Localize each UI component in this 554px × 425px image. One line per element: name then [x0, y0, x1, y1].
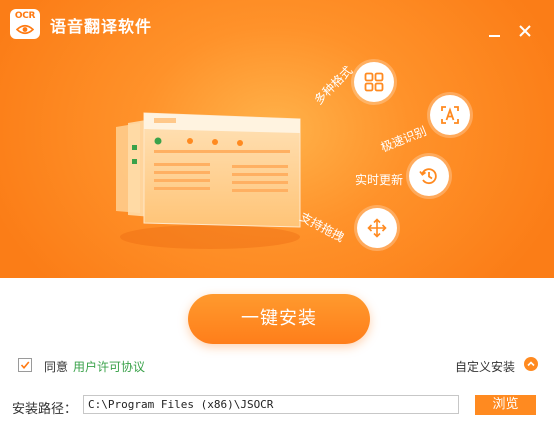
feature-speed [430, 95, 470, 135]
grid-icon [364, 72, 384, 92]
agree-label: 同意 [44, 360, 69, 374]
custom-install-toggle[interactable] [524, 357, 538, 371]
move-arrows-icon [367, 218, 387, 238]
checkmark-icon [20, 361, 30, 370]
install-path-label: 安装路径： [12, 402, 78, 417]
minimize-button[interactable] [485, 22, 503, 40]
custom-install-link[interactable]: 自定义安装 [455, 358, 515, 375]
one-click-install-button[interactable]: 一键安装 [188, 294, 370, 344]
feature-update [409, 156, 449, 196]
header-banner: OCR 语音翻译软件 多种格式 极速识别 实时更新 支持拖拽 [0, 0, 554, 278]
app-title: 语音翻译软件 [50, 17, 153, 36]
clock-refresh-icon [419, 168, 437, 185]
chevron-up-icon [527, 361, 535, 367]
feature-drag [357, 208, 397, 248]
minimize-icon [489, 35, 500, 37]
feature-label-formats: 多种格式 [311, 63, 356, 108]
browse-button[interactable]: 浏览 [475, 395, 536, 415]
close-icon [519, 25, 531, 37]
close-button[interactable] [516, 22, 534, 40]
app-logo: OCR [10, 9, 40, 39]
agree-checkbox[interactable] [18, 358, 32, 372]
license-agreement-link[interactable]: 用户许可协议 [73, 358, 145, 375]
eye-icon [16, 24, 34, 35]
feature-label-speed: 极速识别 [378, 123, 429, 155]
text-scan-icon [441, 106, 459, 124]
feature-label-update: 实时更新 [355, 173, 404, 187]
install-path-input[interactable]: C:\Program Files (x86)\JSOCR [83, 395, 459, 414]
logo-text: OCR [14, 11, 36, 21]
documents-illustration [116, 112, 301, 249]
feature-formats [354, 62, 394, 102]
